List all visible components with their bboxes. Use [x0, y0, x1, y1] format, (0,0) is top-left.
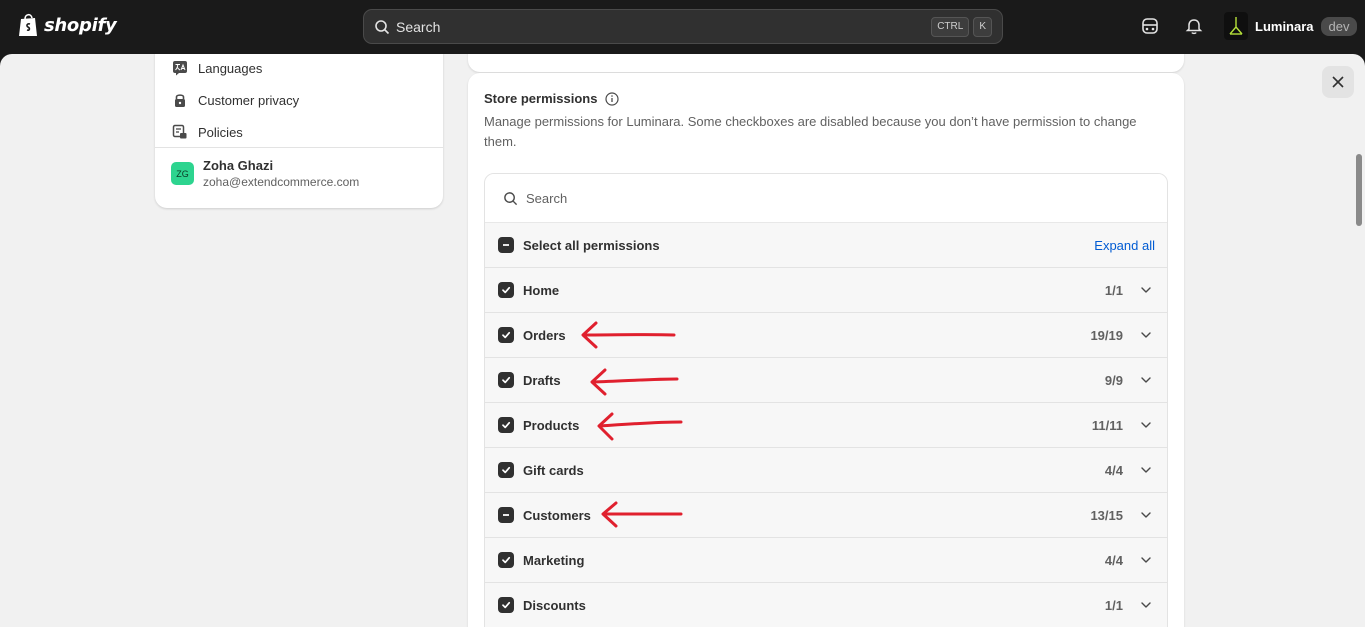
permission-checkbox[interactable] — [498, 417, 514, 433]
permissions-title: Store permissions — [484, 91, 598, 106]
permission-checkbox[interactable] — [498, 507, 514, 523]
permission-label: Marketing — [523, 552, 585, 568]
sidebar-item-policies[interactable]: Policies — [172, 124, 243, 140]
expand-all-link[interactable]: Expand all — [1094, 238, 1155, 253]
permission-checkbox[interactable] — [498, 462, 514, 478]
store-permissions-card: Store permissions Manage permissions for… — [468, 73, 1184, 627]
permission-label: Drafts — [523, 372, 561, 388]
permission-row-home[interactable]: Home 1/1 — [485, 268, 1167, 313]
search-icon — [375, 19, 390, 34]
permission-checkbox[interactable] — [498, 327, 514, 343]
chevron-down-icon[interactable] — [1139, 373, 1153, 387]
select-all-label: Select all permissions — [523, 237, 660, 253]
language-icon — [173, 61, 187, 76]
permission-count: 19/19 — [1090, 327, 1123, 343]
permission-count: 1/1 — [1104, 597, 1123, 613]
shortcut-key-ctrl: CTRL — [931, 16, 970, 37]
chevron-down-icon[interactable] — [1139, 508, 1153, 522]
lock-icon — [175, 94, 185, 107]
policy-icon — [172, 124, 187, 139]
sidebar-item-label: Languages — [198, 60, 263, 76]
logo-text: shopify — [44, 14, 117, 36]
settings-nav-card: Languages Customer privacy Policies ZG Z… — [155, 54, 443, 208]
shopify-bag-icon — [19, 13, 37, 36]
select-all-checkbox[interactable] — [498, 237, 514, 253]
info-icon[interactable] — [605, 91, 620, 106]
annotation-arrow-products — [597, 412, 683, 441]
check-icon — [502, 556, 511, 564]
permission-checkbox[interactable] — [498, 552, 514, 568]
shortcut-key-k: K — [973, 16, 992, 37]
permission-label: Discounts — [523, 597, 586, 613]
minus-icon — [503, 244, 509, 246]
previous-section-card — [468, 54, 1184, 72]
sidebar-item-label: Customer privacy — [198, 92, 300, 108]
shopify-logo[interactable]: shopify — [18, 12, 117, 38]
close-icon — [1332, 76, 1344, 88]
chevron-down-icon[interactable] — [1139, 463, 1153, 477]
permissions-description: Manage permissions for Luminara. Some ch… — [484, 114, 1137, 149]
permission-count: 13/15 — [1090, 507, 1123, 523]
annotation-arrow-drafts — [590, 368, 679, 396]
close-button[interactable] — [1322, 66, 1354, 98]
scrollbar-thumb[interactable] — [1356, 154, 1362, 226]
permission-row-marketing[interactable]: Marketing 4/4 — [485, 538, 1167, 583]
check-icon — [502, 601, 511, 609]
permissions-list: Search Select all permissions Expand all… — [484, 173, 1168, 627]
select-all-row: Select all permissions Expand all — [485, 223, 1167, 268]
permission-checkbox[interactable] — [498, 597, 514, 613]
search-placeholder: Search — [526, 190, 568, 206]
section-title: Store permissions — [484, 91, 620, 106]
chevron-down-icon[interactable] — [1139, 553, 1153, 567]
search-icon — [504, 191, 518, 205]
permission-label: Customers — [523, 507, 591, 523]
permission-count: 9/9 — [1104, 372, 1123, 388]
store-menu[interactable]: Luminara dev — [1224, 12, 1358, 40]
permission-row-discounts[interactable]: Discounts 1/1 — [485, 583, 1167, 627]
divider — [155, 147, 443, 148]
store-logo-icon — [1224, 12, 1248, 40]
permission-count: 11/11 — [1091, 417, 1123, 433]
sidebar-item-languages[interactable]: Languages — [172, 60, 262, 76]
permissions-search-input[interactable]: Search — [485, 174, 1167, 223]
check-icon — [502, 331, 511, 339]
permission-label: Products — [523, 417, 580, 433]
dev-store-badge: dev — [1320, 16, 1358, 36]
permission-row-customers[interactable]: Customers 13/15 — [485, 493, 1167, 538]
store-switcher-icon[interactable] — [1140, 16, 1160, 36]
annotation-arrow-orders — [581, 321, 676, 349]
user-email: zoha@extendcommerce.com — [203, 175, 360, 189]
sidebar-item-label: Policies — [198, 124, 243, 140]
user-name: Zoha Ghazi — [203, 158, 274, 173]
avatar: ZG — [171, 162, 194, 185]
annotation-arrow-customers — [601, 501, 683, 528]
main-content: Languages Customer privacy Policies ZG Z… — [0, 54, 1365, 627]
check-icon — [502, 376, 511, 384]
chevron-down-icon[interactable] — [1139, 598, 1153, 612]
chevron-down-icon[interactable] — [1139, 283, 1153, 297]
check-icon — [502, 286, 511, 294]
permission-count: 1/1 — [1104, 282, 1123, 298]
check-icon — [502, 421, 511, 429]
permission-row-gift-cards[interactable]: Gift cards 4/4 — [485, 448, 1167, 493]
sidebar-item-customer-privacy[interactable]: Customer privacy — [172, 92, 299, 108]
permission-label: Home — [523, 282, 560, 298]
bell-icon[interactable] — [1184, 16, 1204, 36]
permission-count: 4/4 — [1104, 462, 1123, 478]
chevron-down-icon[interactable] — [1139, 328, 1153, 342]
search-placeholder: Search — [396, 18, 441, 35]
permission-checkbox[interactable] — [498, 372, 514, 388]
store-name: Luminara — [1255, 18, 1314, 34]
minus-icon — [503, 514, 509, 516]
permission-checkbox[interactable] — [498, 282, 514, 298]
permission-row-products[interactable]: Products 11/11 — [485, 403, 1167, 448]
global-search-bar[interactable]: Search CTRL K — [363, 9, 1003, 44]
user-profile[interactable]: ZG Zoha Ghazi zoha@extendcommerce.com — [171, 158, 359, 189]
check-icon — [502, 466, 511, 474]
permission-label: Orders — [523, 327, 566, 343]
permission-label: Gift cards — [523, 462, 584, 478]
permission-count: 4/4 — [1104, 552, 1123, 568]
chevron-down-icon[interactable] — [1139, 418, 1153, 432]
top-bar: shopify Search CTRL K Luminara dev — [0, 0, 1365, 54]
